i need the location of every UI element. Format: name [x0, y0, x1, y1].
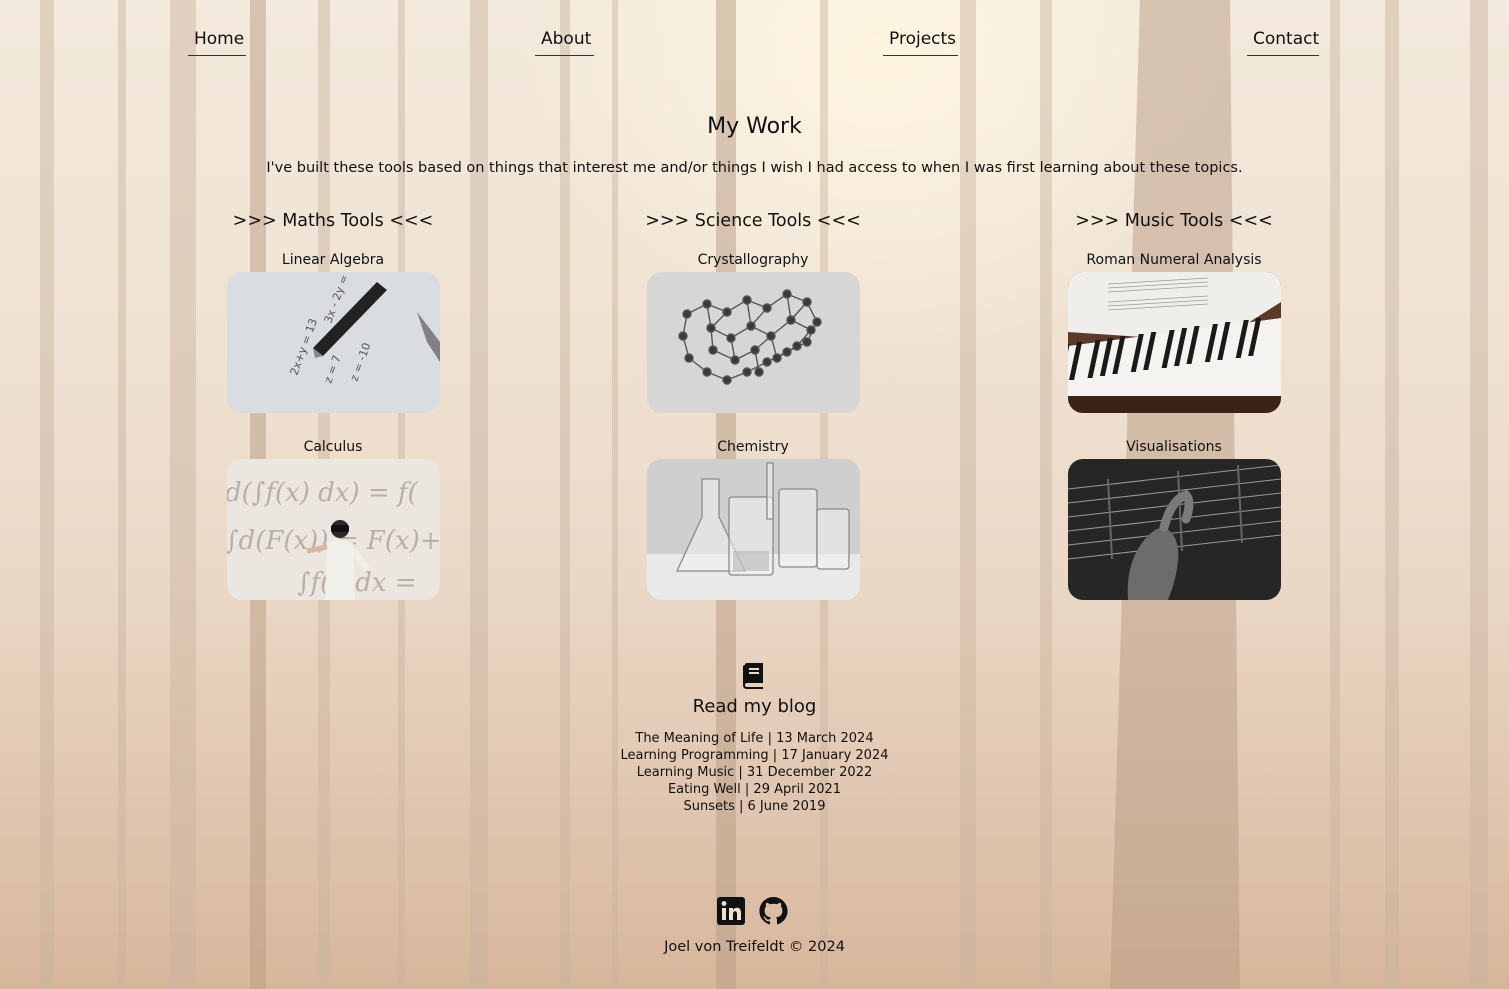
- page-intro: I've built these tools based on things t…: [266, 160, 1243, 176]
- music-tools-heading: >>> Music Tools <<<: [1075, 211, 1273, 231]
- science-tools-heading: >>> Science Tools <<<: [645, 211, 861, 231]
- crystallography-thumbnail[interactable]: [647, 272, 860, 413]
- page-title: My Work: [707, 114, 802, 139]
- calculus-label: Calculus: [303, 439, 363, 455]
- visualisations-thumbnail[interactable]: [1068, 459, 1281, 600]
- crystallography-label: Crystallography: [697, 252, 809, 268]
- blog-post-list: The Meaning of Life | 13 March 2024 Lear…: [0, 730, 1509, 815]
- calculus-formula-3: ∫f(x)dx =: [297, 568, 416, 598]
- blog-post-link[interactable]: Learning Music | 31 December 2022: [637, 765, 873, 780]
- list-item: Learning Music | 31 December 2022: [0, 764, 1509, 781]
- blog-post-link[interactable]: Sunsets | 6 June 2019: [684, 799, 826, 814]
- roman-numeral-analysis-label: Roman Numeral Analysis: [1086, 252, 1262, 268]
- chemistry-label: Chemistry: [717, 439, 789, 455]
- list-item: Learning Programming | 17 January 2024: [0, 747, 1509, 764]
- blog-post-link[interactable]: Eating Well | 29 April 2021: [668, 782, 841, 797]
- chemistry-thumbnail[interactable]: [647, 459, 860, 600]
- linkedin-icon[interactable]: [716, 896, 746, 926]
- roman-numeral-analysis-thumbnail[interactable]: [1068, 272, 1281, 413]
- nav-about-link[interactable]: About: [535, 27, 594, 56]
- nav-contact-link[interactable]: Contact: [1247, 27, 1319, 56]
- linear-algebra-thumbnail[interactable]: 3x - 2y = 7 z = -10 2x+y = 13 z = 7: [227, 272, 440, 413]
- nav-projects-link[interactable]: Projects: [883, 27, 958, 56]
- calculus-formula-1: d(∫f(x) dx) = f(: [227, 478, 419, 508]
- visualisations-label: Visualisations: [1126, 439, 1222, 455]
- book-icon: [743, 663, 763, 689]
- calculus-thumbnail[interactable]: d(∫f(x) dx) = f( ∫d(F(x)) = F(x)+ ∫f(x)d…: [227, 459, 440, 600]
- list-item: Sunsets | 6 June 2019: [0, 798, 1509, 815]
- blog-post-link[interactable]: The Meaning of Life | 13 March 2024: [635, 731, 873, 746]
- github-icon[interactable]: [758, 896, 788, 926]
- linear-algebra-label: Linear Algebra: [281, 252, 385, 268]
- blog-heading: Read my blog: [692, 696, 817, 717]
- list-item: The Meaning of Life | 13 March 2024: [0, 730, 1509, 747]
- list-item: Eating Well | 29 April 2021: [0, 781, 1509, 798]
- blog-post-link[interactable]: Learning Programming | 17 January 2024: [620, 748, 888, 763]
- maths-tools-heading: >>> Maths Tools <<<: [232, 211, 434, 231]
- nav-home-link[interactable]: Home: [188, 27, 246, 56]
- copyright-text: Joel von Treifeldt © 2024: [664, 939, 845, 955]
